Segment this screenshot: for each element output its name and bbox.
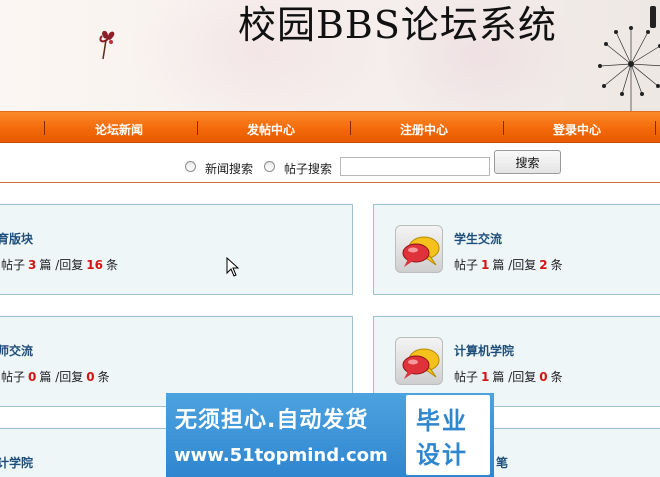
search-input[interactable] — [340, 157, 490, 176]
chat-bubble-icon — [395, 225, 443, 273]
nav-item-post-center[interactable]: 发帖中心 — [247, 121, 295, 138]
main-nav: 论坛新闻 发帖中心 注册中心 登录中心 — [0, 111, 660, 143]
board-card[interactable]: 学生交流 帖子 1 篇 /回复 2 条 — [373, 204, 660, 295]
chat-bubble-icon — [395, 337, 443, 385]
search-bar: 新闻搜索 帖子搜索 搜索 — [0, 143, 660, 183]
replies-unit: 条 — [550, 258, 563, 272]
ad-slogan: 无须担心.自动发货 — [175, 408, 369, 433]
board-stats: 帖子 1 篇 /回复 0 条 — [454, 368, 563, 385]
reply-count: 0 — [539, 370, 548, 384]
posts-unit: 篇 — [492, 370, 505, 384]
posts-unit: 篇 — [492, 258, 505, 272]
posts-label: 帖子 — [454, 258, 479, 272]
nav-separator — [44, 121, 45, 135]
post-count: 0 — [28, 370, 37, 384]
posts-label: 帖子 — [1, 258, 26, 272]
board-stats: 帖子 0 篇 /回复 0 条 — [1, 368, 110, 385]
board-name[interactable]: 学生交流 — [454, 230, 502, 247]
mouse-cursor-icon — [226, 257, 240, 277]
post-search-label: 帖子搜索 — [284, 162, 333, 176]
ad-badge: 毕业 设计 — [406, 395, 490, 475]
replies-unit: 条 — [105, 258, 118, 272]
nav-separator — [197, 121, 198, 135]
board-name[interactable]: 计学院 — [0, 454, 33, 471]
board-name[interactable]: 笔 — [496, 454, 508, 471]
flower-icon — [99, 30, 115, 60]
board-stats: 帖子 1 篇 /回复 2 条 — [454, 256, 563, 273]
post-count: 1 — [481, 370, 490, 384]
post-count: 1 — [481, 258, 490, 272]
board-name[interactable]: 师交流 — [0, 342, 33, 359]
reply-count: 0 — [86, 370, 95, 384]
posts-label: 帖子 — [454, 370, 479, 384]
nav-separator — [503, 121, 504, 135]
reply-count: 16 — [86, 258, 103, 272]
posts-unit: 篇 — [39, 370, 52, 384]
replies-unit: 条 — [97, 370, 110, 384]
replies-label: /回复 — [55, 258, 84, 272]
ad-badge-line1: 毕业 — [416, 407, 468, 435]
replies-unit: 条 — [550, 370, 563, 384]
dandelion-icon — [598, 26, 660, 111]
search-button[interactable]: 搜索 — [494, 150, 561, 174]
replies-label: /回复 — [508, 258, 537, 272]
posts-unit: 篇 — [39, 258, 52, 272]
nav-separator — [655, 121, 656, 135]
reply-count: 2 — [539, 258, 548, 272]
replies-label: /回复 — [508, 370, 537, 384]
board-card[interactable]: 育版块 帖子 3 篇 /回复 16 条 — [0, 204, 353, 295]
ad-badge-line2: 设计 — [416, 441, 468, 469]
posts-label: 帖子 — [1, 370, 26, 384]
board-stats: 帖子 3 篇 /回复 16 条 — [1, 256, 118, 273]
nav-item-login-center[interactable]: 登录中心 — [553, 121, 601, 138]
board-name[interactable]: 育版块 — [0, 230, 33, 247]
news-search-label: 新闻搜索 — [205, 162, 254, 176]
post-count: 3 — [28, 258, 37, 272]
nav-item-register-center[interactable]: 注册中心 — [400, 121, 448, 138]
post-search-radio[interactable] — [264, 161, 275, 172]
watermark-ad: 无须担心.自动发货 www.51topmind.com 毕业 设计 — [166, 393, 494, 477]
nav-item-forum-news[interactable]: 论坛新闻 — [95, 121, 143, 138]
replies-label: /回复 — [55, 370, 84, 384]
banner-decoration — [650, 6, 656, 28]
site-title: 校园BBS论坛系统 — [238, 3, 557, 47]
nav-separator — [350, 121, 351, 135]
header-banner: 校园BBS论坛系统 — [0, 0, 660, 111]
news-search-radio[interactable] — [185, 161, 196, 172]
board-name[interactable]: 计算机学院 — [454, 342, 514, 359]
ad-url: www.51topmind.com — [174, 445, 388, 466]
